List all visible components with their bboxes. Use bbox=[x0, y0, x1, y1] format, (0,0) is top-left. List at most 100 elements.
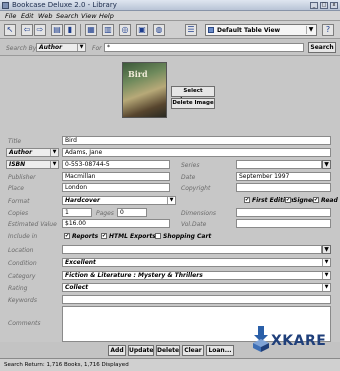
date-field[interactable]: September 1997 bbox=[236, 172, 331, 181]
pointer-icon[interactable]: ↖ bbox=[4, 24, 16, 36]
chevron-down-icon: ▼ bbox=[167, 197, 175, 204]
shopping-cart-checkbox[interactable] bbox=[155, 233, 161, 239]
reports-checkbox[interactable]: ✔ bbox=[64, 233, 70, 239]
toolbar: ↖ ⇦ ⇨ ▤ ▮ ▦ ▥ ◎ ▣ ◍ ☰ Default Table View… bbox=[0, 21, 340, 39]
keywords-label: Keywords bbox=[8, 297, 37, 304]
dimensions-field[interactable] bbox=[236, 208, 331, 217]
date-label: Date bbox=[181, 174, 196, 181]
condition-label: Condition bbox=[8, 260, 37, 267]
table-view-icon bbox=[208, 27, 214, 33]
delete-image-button[interactable]: Delete Image bbox=[171, 98, 215, 109]
chevron-down-icon: ▼ bbox=[322, 284, 330, 291]
search-input[interactable]: * bbox=[104, 43, 304, 52]
location-dropdown-button[interactable]: ▼ bbox=[322, 245, 331, 254]
dimensions-label: Dimensions bbox=[181, 210, 217, 217]
list-icon[interactable]: ☰ bbox=[185, 24, 197, 36]
place-field[interactable]: London bbox=[62, 183, 170, 192]
chevron-down-icon: ▼ bbox=[50, 149, 58, 156]
location-field[interactable] bbox=[62, 245, 322, 254]
category-select[interactable]: Fiction & Literature : Mystery & Thrille… bbox=[62, 271, 331, 280]
copyright-label: Copyright bbox=[181, 185, 211, 192]
search-button[interactable]: Search bbox=[308, 42, 336, 53]
rating-value: Collect bbox=[65, 284, 89, 291]
window-title: Bookcase Deluxe 2.0 - Library bbox=[12, 1, 117, 9]
search-bar: Search By Author ▼ For * Search bbox=[0, 40, 340, 56]
html-exports-label: HTML Exports bbox=[109, 233, 156, 240]
vol-date-field[interactable] bbox=[236, 219, 331, 228]
format-select[interactable]: Hardcover ▼ bbox=[62, 196, 176, 205]
publisher-label: Publisher bbox=[8, 174, 36, 181]
chevron-down-icon: ▼ bbox=[322, 259, 330, 266]
close-icon[interactable]: x bbox=[330, 2, 338, 9]
web-icon[interactable]: ◍ bbox=[153, 24, 165, 36]
copies-field[interactable]: 1 bbox=[62, 208, 92, 217]
download-arrow-icon bbox=[253, 326, 269, 352]
vol-date-label: Vol.Date bbox=[181, 221, 207, 228]
estimated-value-field[interactable]: $16.00 bbox=[62, 219, 170, 228]
search-by-label: Search By bbox=[6, 45, 37, 52]
loan-button[interactable]: Loan... bbox=[206, 345, 234, 356]
format-value: Hardcover bbox=[65, 197, 100, 204]
clear-button[interactable]: Clear bbox=[182, 345, 204, 356]
back-arrow-icon[interactable]: ⇦ bbox=[21, 24, 33, 36]
maximize-icon[interactable]: □ bbox=[320, 2, 328, 9]
pages-label: Pages bbox=[96, 210, 114, 217]
new-record-icon[interactable]: ▤ bbox=[51, 24, 63, 36]
update-button[interactable]: Update bbox=[128, 345, 154, 356]
read-checkbox[interactable]: ✔ bbox=[313, 197, 319, 203]
title-label: Title bbox=[8, 138, 22, 145]
status-bar: Search Return: 1,716 Books, 1,716 Displa… bbox=[0, 358, 340, 371]
chevron-down-icon: ▼ bbox=[77, 44, 85, 51]
binoculars-icon[interactable]: ◎ bbox=[119, 24, 131, 36]
html-exports-checkbox[interactable]: ✔ bbox=[101, 233, 107, 239]
rating-select[interactable]: Collect ▼ bbox=[62, 283, 331, 292]
author-field[interactable]: Adams, Jane bbox=[62, 148, 331, 157]
view-select[interactable]: Default Table View ▼ bbox=[205, 24, 317, 36]
series-label: Series bbox=[181, 162, 200, 169]
menu-search[interactable]: Search bbox=[56, 12, 78, 20]
menu-edit[interactable]: Edit bbox=[21, 12, 34, 20]
location-label: Location bbox=[8, 247, 34, 254]
series-dropdown-button[interactable]: ▼ bbox=[322, 160, 331, 169]
author-select-label: Author bbox=[9, 149, 33, 156]
publisher-field[interactable]: Macmillan bbox=[62, 172, 170, 181]
title-field[interactable]: Bird bbox=[62, 136, 331, 145]
library-icon[interactable]: ▥ bbox=[102, 24, 114, 36]
copies-label: Copies bbox=[8, 210, 29, 217]
read-label: Read bbox=[321, 197, 338, 204]
copyright-field[interactable] bbox=[236, 183, 331, 192]
book-icon[interactable]: ▦ bbox=[85, 24, 97, 36]
pages-field[interactable]: 0 bbox=[117, 208, 147, 217]
category-value: Fiction & Literature : Mystery & Thrille… bbox=[65, 272, 203, 279]
condition-value: Excellent bbox=[65, 259, 96, 266]
keywords-field[interactable] bbox=[62, 295, 331, 304]
menu-web[interactable]: Web bbox=[38, 12, 53, 20]
add-button[interactable]: Add bbox=[108, 345, 126, 356]
chevron-down-icon: ▼ bbox=[306, 26, 315, 34]
forward-arrow-icon[interactable]: ⇨ bbox=[34, 24, 46, 36]
cover-title: Bird bbox=[128, 69, 148, 79]
first-edition-checkbox[interactable]: ✔ bbox=[244, 197, 250, 203]
condition-select[interactable]: Excellent ▼ bbox=[62, 258, 331, 267]
isbn-select[interactable]: ISBN ▼ bbox=[6, 160, 59, 169]
select-image-button[interactable]: Select Image... bbox=[171, 86, 215, 103]
delete-button[interactable]: Delete bbox=[156, 345, 180, 356]
category-label: Category bbox=[8, 273, 36, 280]
menu-view[interactable]: View bbox=[81, 12, 97, 20]
author-select[interactable]: Author ▼ bbox=[6, 148, 59, 157]
signed-checkbox[interactable]: ✔ bbox=[285, 197, 291, 203]
minimize-icon[interactable]: _ bbox=[310, 2, 318, 9]
help-icon[interactable]: ? bbox=[322, 24, 334, 36]
menu-file[interactable]: File bbox=[5, 12, 16, 20]
search-for-label: For bbox=[92, 45, 102, 52]
save-icon[interactable]: ▮ bbox=[64, 24, 76, 36]
search-by-value: Author bbox=[39, 44, 63, 51]
stamp-icon[interactable]: ▣ bbox=[136, 24, 148, 36]
chevron-down-icon: ▼ bbox=[322, 272, 330, 279]
menu-help[interactable]: Help bbox=[99, 12, 114, 20]
isbn-field[interactable]: 0-553-08744-5 bbox=[62, 160, 170, 169]
search-by-select[interactable]: Author ▼ bbox=[36, 43, 86, 52]
app-icon bbox=[2, 2, 9, 9]
series-field[interactable] bbox=[236, 160, 322, 169]
title-bar: Bookcase Deluxe 2.0 - Library _ □ x bbox=[0, 0, 340, 11]
